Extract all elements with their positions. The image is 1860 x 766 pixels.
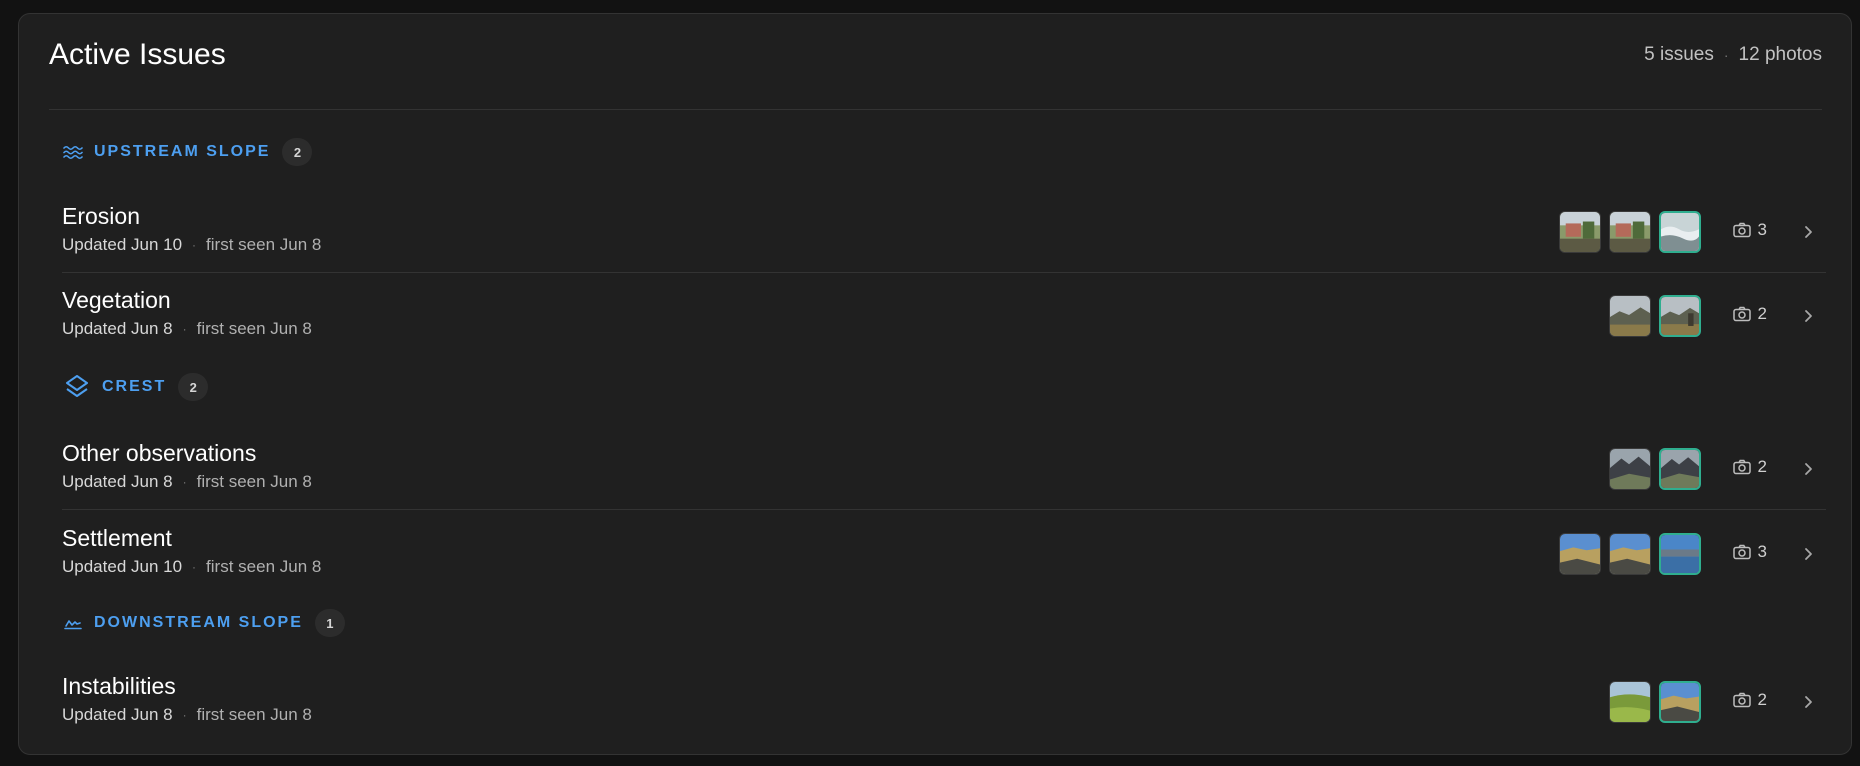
camera-icon [1732,459,1751,475]
separator-dot: · [192,238,197,252]
photo-thumbnail[interactable] [1559,533,1601,575]
first-seen-date: first seen Jun 8 [196,472,312,491]
photo-thumbnail[interactable] [1609,533,1651,575]
section-header-crest: CREST 2 [62,372,209,402]
issue-title: Settlement [62,525,172,551]
camera-icon [1732,544,1751,560]
photo-thumbnails [1609,295,1701,337]
photo-count-value: 3 [1757,220,1767,239]
section-count-badge: 2 [282,138,313,166]
chevron-right-icon[interactable] [1798,222,1818,242]
camera-icon [1732,222,1751,238]
page-title: Active Issues [49,37,226,71]
photo-count: 2 [1732,304,1767,324]
issue-count: 5 issues [1644,43,1714,65]
issue-title: Other observations [62,440,257,466]
issue-row-erosion[interactable]: Erosion Updated Jun 10 · first seen Jun … [62,189,1826,273]
separator-dot: · [182,322,187,336]
separator-dot: · [182,708,187,722]
photo-count-value: 2 [1757,457,1767,476]
photo-thumbnails [1609,681,1701,723]
card-header: Active Issues 5 issues · 12 photos [49,14,1822,110]
separator-dot: · [1723,46,1729,63]
updated-date: Updated Jun 8 [62,472,173,491]
updated-date: Updated Jun 8 [62,319,173,338]
issue-row-instabilities[interactable]: Instabilities Updated Jun 8 · first seen… [62,659,1826,743]
issue-title: Instabilities [62,673,176,699]
section-label: UPSTREAM SLOPE [94,143,271,160]
issue-title: Vegetation [62,287,171,313]
photo-thumbnail-selected[interactable] [1659,681,1701,723]
issue-row-other-observations[interactable]: Other observations Updated Jun 8 · first… [62,426,1826,510]
issue-meta: Updated Jun 8 · first seen Jun 8 [62,319,312,339]
updated-date: Updated Jun 10 [62,557,183,576]
camera-icon [1732,306,1751,322]
issue-meta: Updated Jun 8 · first seen Jun 8 [62,472,312,492]
photo-thumbnail[interactable] [1559,211,1601,253]
section-count-badge: 1 [314,609,345,637]
photo-thumbnail[interactable] [1609,681,1651,723]
issue-row-settlement[interactable]: Settlement Updated Jun 10 · first seen J… [62,511,1826,595]
layers-icon [62,372,92,402]
section-header-upstream-slope: UPSTREAM SLOPE 2 [62,137,313,167]
photo-thumbnail-selected[interactable] [1659,295,1701,337]
photo-thumbnail[interactable] [1609,295,1651,337]
section-label: CREST [102,378,167,395]
chevron-right-icon[interactable] [1798,306,1818,326]
issue-meta: Updated Jun 10 · first seen Jun 8 [62,557,321,577]
issue-row-vegetation[interactable]: Vegetation Updated Jun 8 · first seen Ju… [62,273,1826,357]
photo-thumbnail-selected[interactable] [1659,211,1701,253]
photo-count-value: 2 [1757,304,1767,323]
issue-meta: Updated Jun 8 · first seen Jun 8 [62,705,312,725]
chevron-right-icon[interactable] [1798,544,1818,564]
photo-count-value: 3 [1757,542,1767,561]
issue-summary: 5 issues · 12 photos [1644,44,1822,66]
section-count-badge: 2 [178,373,209,401]
photo-thumbnails [1609,448,1701,490]
photo-thumbnail[interactable] [1609,448,1651,490]
first-seen-date: first seen Jun 8 [206,235,322,254]
photo-thumbnail[interactable] [1609,211,1651,253]
chevron-right-icon[interactable] [1798,459,1818,479]
photo-count: 2 [1732,690,1767,710]
photo-count: 2 [1732,457,1767,477]
photo-count-value: 2 [1757,690,1767,709]
separator-dot: · [182,475,187,489]
photo-thumbnail-selected[interactable] [1659,533,1701,575]
first-seen-date: first seen Jun 8 [196,319,312,338]
active-issues-card: Active Issues 5 issues · 12 photos UPSTR… [18,13,1852,755]
section-label: DOWNSTREAM SLOPE [94,614,303,631]
updated-date: Updated Jun 10 [62,235,183,254]
first-seen-date: first seen Jun 8 [206,557,322,576]
slope-chart-icon [62,612,84,634]
chevron-right-icon[interactable] [1798,692,1818,712]
photo-thumbnails [1559,533,1701,575]
photo-count: 3 [1732,220,1767,240]
photo-thumbnail-selected[interactable] [1659,448,1701,490]
first-seen-date: first seen Jun 8 [196,705,312,724]
photo-thumbnails [1559,211,1701,253]
issue-title: Erosion [62,203,140,229]
camera-icon [1732,692,1751,708]
section-header-downstream-slope: DOWNSTREAM SLOPE 1 [62,608,345,638]
updated-date: Updated Jun 8 [62,705,173,724]
waves-icon [62,141,84,163]
issue-meta: Updated Jun 10 · first seen Jun 8 [62,235,321,255]
separator-dot: · [192,560,197,574]
photo-total: 12 photos [1738,43,1822,65]
photo-count: 3 [1732,542,1767,562]
